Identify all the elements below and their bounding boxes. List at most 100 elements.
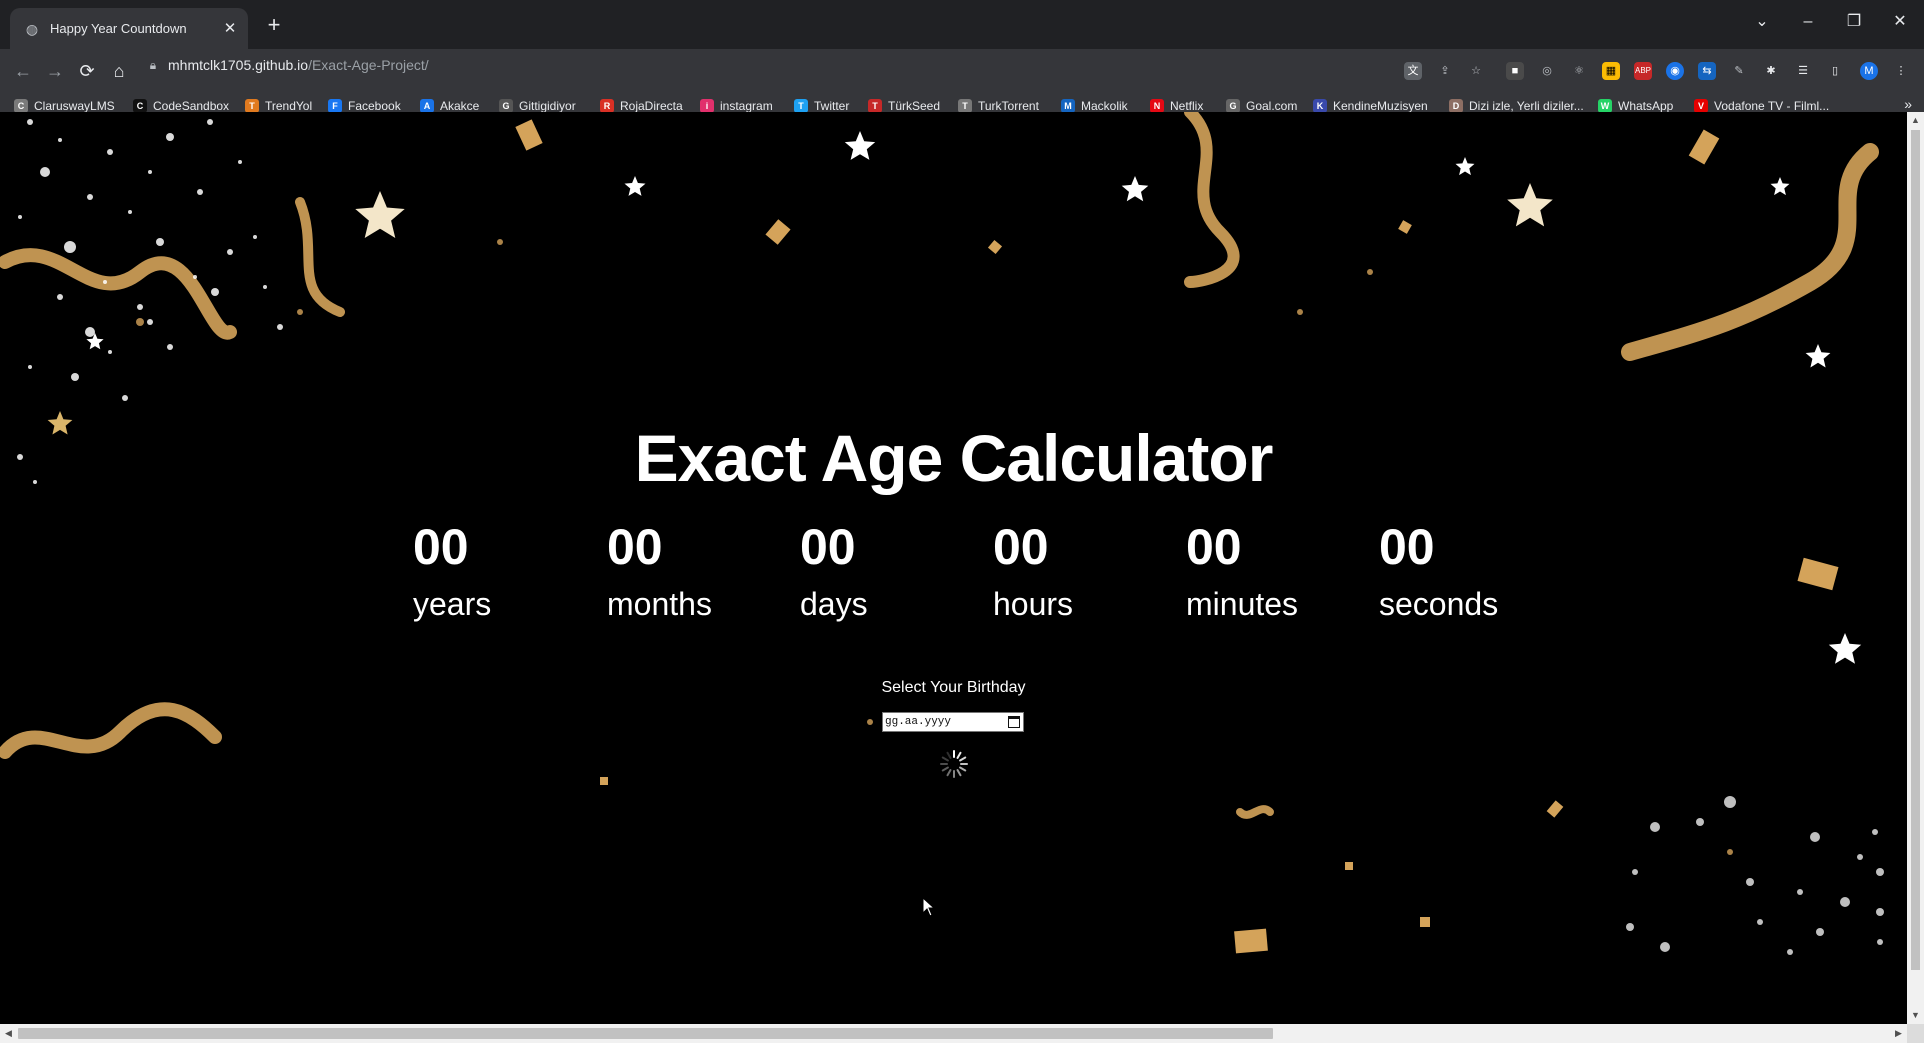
scroll-right-arrow-icon[interactable]: ▶ xyxy=(1890,1024,1907,1043)
sparkle-dot xyxy=(166,133,174,141)
globe-icon: ◍ xyxy=(25,20,39,37)
sparkle-dot xyxy=(1876,868,1884,876)
adblock-icon[interactable]: ABP xyxy=(1634,62,1652,80)
dizi-icon: D xyxy=(1449,99,1463,113)
sparkle-dot xyxy=(867,719,873,725)
profile-avatar[interactable]: M xyxy=(1860,62,1878,80)
forward-button[interactable]: → xyxy=(42,58,68,84)
page-title: Exact Age Calculator xyxy=(634,421,1274,495)
minutes-counter: 00 minutes xyxy=(1186,522,1356,623)
browser-tab[interactable]: ◍ Happy Year Countdown ✕ xyxy=(10,8,248,49)
confetti-piece xyxy=(1345,862,1353,870)
twitter-icon: T xyxy=(794,99,808,113)
sparkle-dot xyxy=(1876,908,1884,916)
bookmark-label: Facebook xyxy=(348,99,401,113)
puzzle-icon[interactable]: ✱ xyxy=(1762,62,1780,80)
sparkle-dot xyxy=(238,160,242,164)
sparkle-dot xyxy=(58,138,62,142)
extension-icon[interactable]: ◎ xyxy=(1538,62,1556,80)
star-icon xyxy=(1507,183,1553,227)
side-panel-icon[interactable]: ▯ xyxy=(1826,62,1844,80)
tab-search-button[interactable]: ⌄ xyxy=(1742,8,1782,36)
vodafone-icon: V xyxy=(1694,99,1708,113)
vertical-scroll-thumb[interactable] xyxy=(1911,130,1920,970)
months-label: months xyxy=(607,586,712,622)
sparkle-dot xyxy=(197,189,203,195)
more-bookmarks-icon[interactable]: » xyxy=(1904,96,1912,112)
sparkle-dot xyxy=(1757,919,1763,925)
close-window-button[interactable]: ✕ xyxy=(1880,8,1920,36)
address-bar[interactable]: 🔒︎ mhmtclk1705.github.io /Exact-Age-Proj… xyxy=(146,50,1396,80)
calendar-icon[interactable] xyxy=(1008,716,1020,728)
bookmark-star-icon[interactable]: ☆ xyxy=(1467,62,1485,80)
instagram-icon: i xyxy=(700,99,714,113)
ribbon-streamer xyxy=(1184,112,1240,288)
sparkle-dot xyxy=(1727,849,1733,855)
sparkle-dot xyxy=(211,288,219,296)
sparkle-dot xyxy=(1810,832,1820,842)
sparkle-dot xyxy=(122,395,128,401)
trendyol-icon: T xyxy=(245,99,259,113)
codesandbox-icon: C xyxy=(133,99,147,113)
sparkle-dot xyxy=(227,249,233,255)
akakce-icon: A xyxy=(420,99,434,113)
bookmark-label: ClaruswayLMS xyxy=(34,99,115,113)
star-icon xyxy=(624,176,646,196)
days-label: days xyxy=(800,586,868,622)
sparkle-dot xyxy=(1367,269,1373,275)
vertical-scrollbar[interactable]: ▲ ▼ xyxy=(1907,112,1924,1024)
bookmark-label: instagram xyxy=(720,99,773,113)
extension-icon[interactable]: ■ xyxy=(1506,62,1524,80)
lock-icon[interactable]: 🔒︎ xyxy=(146,58,160,72)
confetti-piece xyxy=(1234,928,1268,954)
sparkle-dot xyxy=(156,238,164,246)
sparkle-dot xyxy=(108,350,112,354)
minimize-button[interactable]: – xyxy=(1788,8,1828,36)
bookmark-label: RojaDirecta xyxy=(620,99,683,113)
ribbon-streamer xyxy=(1236,805,1274,819)
sparkle-dot xyxy=(147,319,153,325)
confetti-piece xyxy=(1546,800,1564,818)
confetti-piece xyxy=(987,239,1003,255)
ribbon-streamer xyxy=(1621,143,1879,361)
horizontal-scrollbar[interactable]: ◀ ▶ xyxy=(0,1024,1907,1043)
years-label: years xyxy=(413,586,492,622)
extension-icon[interactable]: ⚛ xyxy=(1570,62,1588,80)
extension-icon[interactable]: ◉ xyxy=(1666,62,1684,80)
sparkle-dot xyxy=(136,318,144,326)
extension-icon[interactable]: ▦ xyxy=(1602,62,1620,80)
confetti-piece xyxy=(1420,917,1430,927)
extension-icon[interactable]: ⇆ xyxy=(1698,62,1716,80)
ribbon-streamer xyxy=(295,197,345,317)
back-button[interactable]: ← xyxy=(10,58,36,84)
confetti-piece xyxy=(1398,220,1412,234)
home-button[interactable]: ⌂ xyxy=(106,58,132,84)
close-tab-icon[interactable]: ✕ xyxy=(220,19,240,39)
confetti-piece xyxy=(765,219,791,245)
sparkle-dot xyxy=(18,215,22,219)
clarusway-icon: C xyxy=(14,99,28,113)
share-icon[interactable]: ⇪ xyxy=(1436,62,1454,80)
reading-list-icon[interactable]: ☰ xyxy=(1794,62,1812,80)
sparkle-dot xyxy=(1696,818,1704,826)
reload-button[interactable]: ⟳ xyxy=(74,58,100,84)
extension-icon[interactable]: ✎ xyxy=(1730,62,1748,80)
sparkle-dot xyxy=(263,285,267,289)
translate-icon[interactable]: 文 xyxy=(1404,62,1422,80)
confetti-piece xyxy=(600,777,608,785)
scroll-left-arrow-icon[interactable]: ◀ xyxy=(0,1024,17,1043)
sparkle-dot xyxy=(193,275,197,279)
new-tab-button[interactable]: + xyxy=(261,13,287,39)
birthday-date-input[interactable]: gg.aa.yyyy xyxy=(882,712,1024,732)
ribbon-streamer xyxy=(0,702,222,759)
restore-button[interactable]: ❐ xyxy=(1834,8,1874,36)
horizontal-scroll-thumb[interactable] xyxy=(18,1028,1273,1039)
scroll-up-arrow-icon[interactable]: ▲ xyxy=(1907,112,1924,129)
url-path: /Exact-Age-Project/ xyxy=(308,57,429,73)
goal-icon: G xyxy=(1226,99,1240,113)
bookmark-label: TurkTorrent xyxy=(978,99,1039,113)
sparkle-dot xyxy=(71,373,79,381)
scroll-down-arrow-icon[interactable]: ▼ xyxy=(1907,1007,1924,1024)
menu-icon[interactable]: ⋮ xyxy=(1892,62,1910,80)
star-icon xyxy=(1805,344,1831,368)
